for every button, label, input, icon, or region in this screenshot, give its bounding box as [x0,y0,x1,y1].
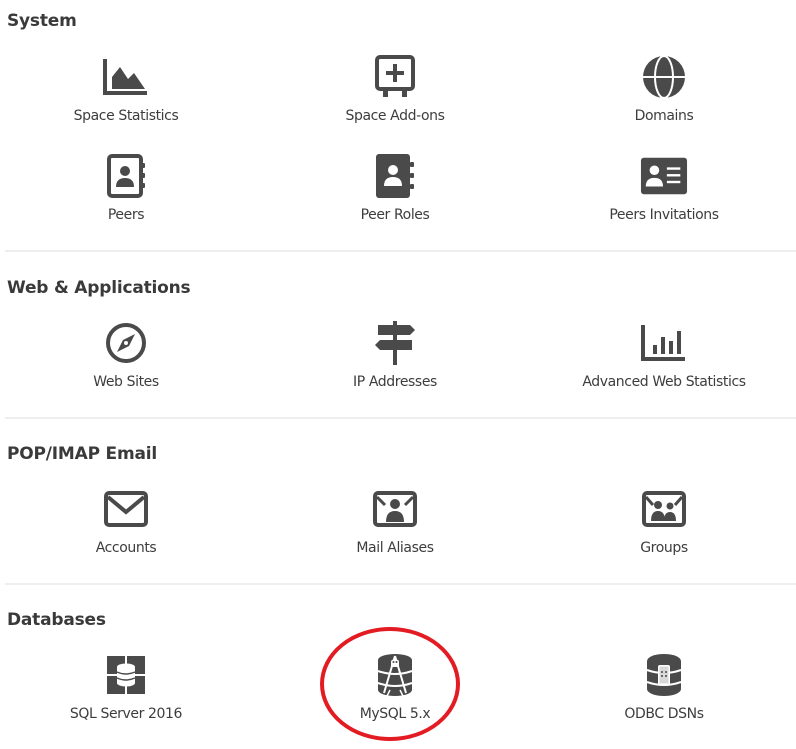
section-title: Web & Applications [7,278,191,298]
item-label: Peers [107,207,145,223]
section-divider [5,417,796,419]
item-label: Peers Invitations [609,207,719,223]
item-mysql-5x[interactable]: MySQL 5.x [275,653,515,743]
item-sql-server-2016[interactable]: SQL Server 2016 [6,653,246,743]
item-web-sites[interactable]: Web Sites [6,321,246,411]
item-peers-invitations[interactable]: Peers Invitations [544,154,784,244]
item-space-add-ons[interactable]: Space Add-ons [275,55,515,145]
area-chart-icon [102,55,150,99]
section-pop-imap-email: POP/IMAP Email Accounts Mail Aliases Gro… [0,420,796,586]
item-label: Advanced Web Statistics [582,374,746,390]
item-label: MySQL 5.x [359,706,431,722]
item-ip-addresses[interactable]: IP Addresses [275,321,515,411]
section-title: POP/IMAP Email [7,444,158,464]
item-label: Space Statistics [73,108,179,124]
globe-icon [640,55,688,99]
address-book-icon [102,154,150,198]
mysql-icon [371,653,419,697]
section-web-applications: Web & Applications Web Sites IP Addresse… [0,252,796,420]
item-advanced-web-statistics[interactable]: Advanced Web Statistics [544,321,784,411]
item-label: Peer Roles [360,207,430,223]
bar-chart-icon [640,321,688,365]
item-space-statistics[interactable]: Space Statistics [6,55,246,145]
item-label: IP Addresses [353,374,437,390]
item-label: Web Sites [93,374,159,390]
section-databases: Databases SQL Server 2016 MySQL 5.x ODBC… [0,586,796,749]
id-card-icon [640,154,688,198]
section-divider [5,583,796,585]
item-mail-aliases[interactable]: Mail Aliases [275,487,515,577]
item-label: Space Add-ons [345,108,445,124]
item-label: ODBC DSNs [624,706,704,722]
item-peer-roles[interactable]: Peer Roles [275,154,515,244]
section-title: System [7,11,77,31]
item-label: Mail Aliases [356,540,434,556]
section-system: System Space Statistics Space Add-ons Do… [0,0,796,252]
compass-icon [102,321,150,365]
item-groups[interactable]: Groups [544,487,784,577]
mail-group-icon [640,487,688,531]
section-title: Databases [7,610,106,630]
odbc-database-icon [640,653,688,697]
item-label: SQL Server 2016 [69,706,183,722]
item-label: Domains [634,108,694,124]
item-label: Accounts [95,540,157,556]
item-odbc-dsns[interactable]: ODBC DSNs [544,653,784,743]
mail-user-icon [371,487,419,531]
contact-book-icon [371,154,419,198]
item-label: Groups [640,540,688,556]
item-domains[interactable]: Domains [544,55,784,145]
add-board-icon [371,55,419,99]
signpost-icon [371,321,419,365]
envelope-icon [102,487,150,531]
item-accounts[interactable]: Accounts [6,487,246,577]
sql-server-icon [102,653,150,697]
item-peers[interactable]: Peers [6,154,246,244]
